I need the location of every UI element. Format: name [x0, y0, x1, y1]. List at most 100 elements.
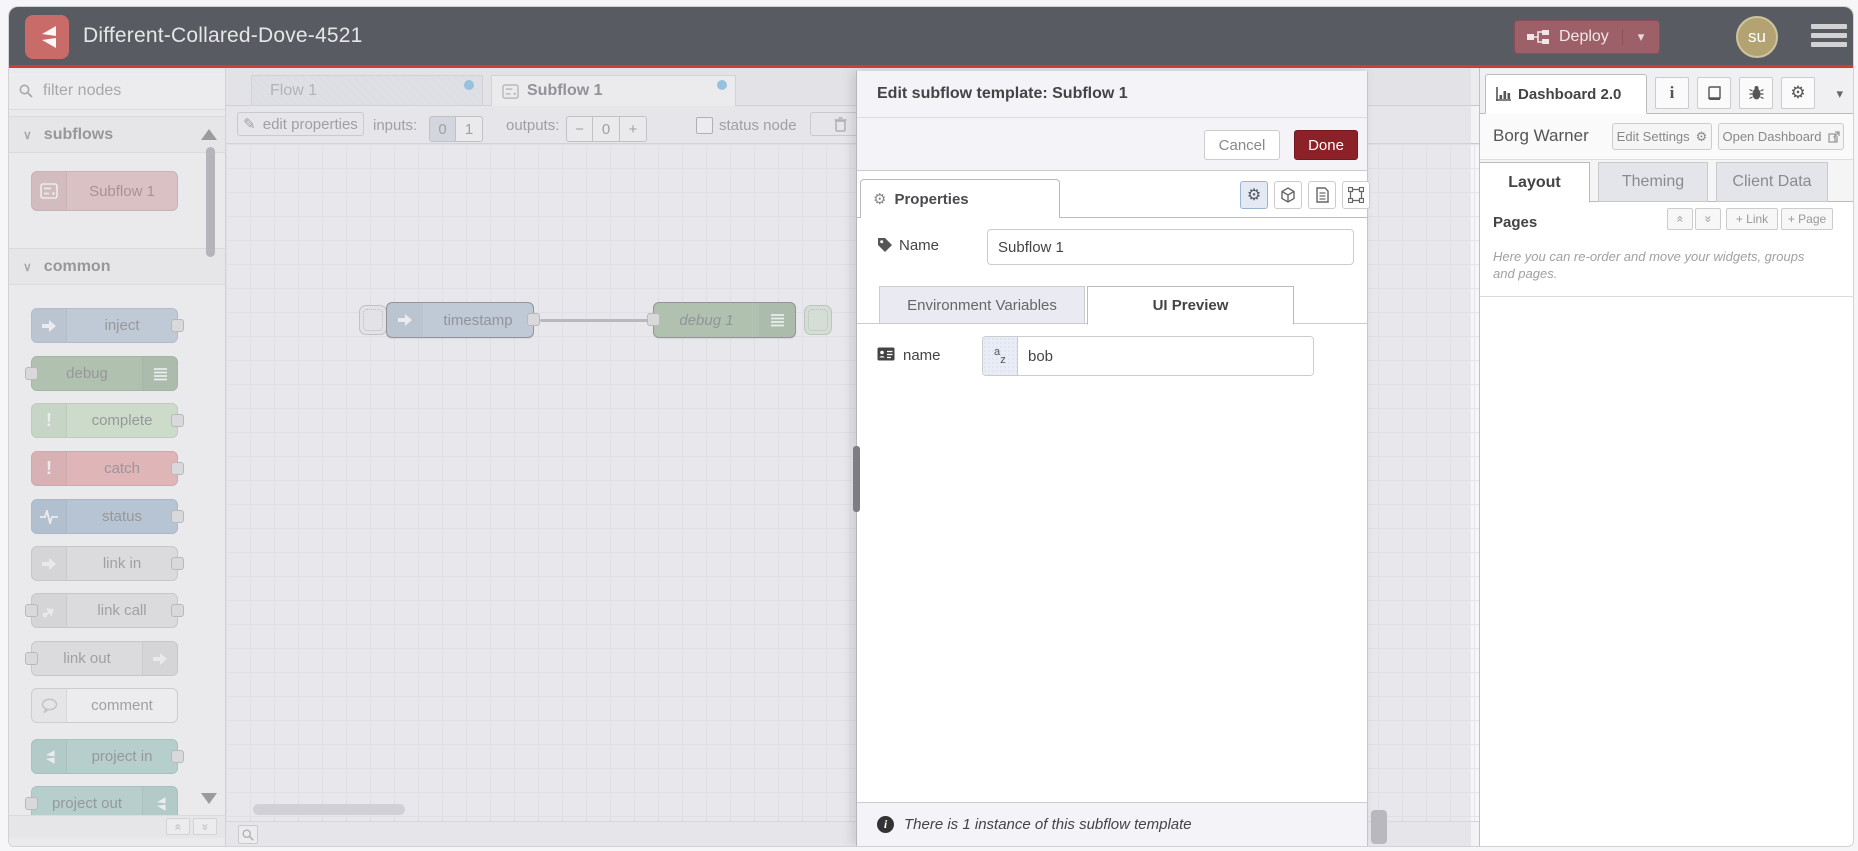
- node-port[interactable]: [171, 318, 184, 332]
- env-value-input[interactable]: [1018, 337, 1313, 375]
- edit-properties-button[interactable]: ✎ edit properties: [237, 112, 364, 136]
- tab-client-data[interactable]: Client Data: [1716, 162, 1828, 202]
- deploy-caret-icon[interactable]: ▾: [1622, 29, 1659, 45]
- subflow-input-stub[interactable]: [359, 305, 387, 335]
- palette-category-subflows[interactable]: ∨ subflows: [9, 116, 225, 153]
- palette-scroll-down[interactable]: [201, 793, 217, 804]
- name-row: Name: [857, 227, 1367, 267]
- palette-node-subflow-1[interactable]: Subflow 1: [31, 171, 178, 211]
- tab-environment-variables[interactable]: Environment Variables: [879, 286, 1085, 324]
- palette-node-complete[interactable]: ! complete: [31, 403, 184, 438]
- header: Different-Collared-Dove-4521 Deploy ▾ su: [9, 7, 1853, 68]
- pages-help-text: Here you can re-order and move your widg…: [1493, 249, 1805, 281]
- node-port[interactable]: [171, 749, 184, 763]
- node-port[interactable]: [171, 556, 184, 570]
- search-flows-button[interactable]: [238, 825, 258, 844]
- subflow-name-input[interactable]: [987, 229, 1354, 265]
- palette-node-status[interactable]: status: [31, 499, 184, 534]
- status-node-label: status node: [719, 117, 797, 134]
- sidebar-menu-caret[interactable]: ▾: [1836, 86, 1843, 102]
- palette-scroll-up[interactable]: [201, 129, 217, 140]
- debug-tab-button[interactable]: [1739, 77, 1773, 109]
- help-tab-button[interactable]: [1697, 77, 1731, 109]
- palette-node-link-out[interactable]: link out: [25, 641, 178, 676]
- config-tab-button[interactable]: ⚙: [1781, 77, 1815, 109]
- node-port[interactable]: [647, 313, 660, 326]
- appearance-view-button[interactable]: [1274, 181, 1302, 209]
- tab-properties[interactable]: ⚙ Properties: [860, 179, 1060, 218]
- tray-resize-handle[interactable]: [853, 446, 860, 512]
- move-up-button[interactable]: «: [1667, 208, 1693, 230]
- edit-settings-button[interactable]: Edit Settings ⚙: [1612, 123, 1712, 150]
- palette-node-catch[interactable]: ! catch: [31, 451, 184, 486]
- palette-node-comment[interactable]: comment: [31, 688, 178, 723]
- collapse-all-button[interactable]: «: [166, 818, 190, 835]
- move-down-button[interactable]: »: [1695, 208, 1721, 230]
- node-port[interactable]: [527, 313, 540, 326]
- node-port[interactable]: [171, 509, 184, 523]
- tag-icon: [877, 237, 893, 253]
- add-link-button[interactable]: + Link: [1726, 208, 1778, 230]
- palette-scrollbar-thumb[interactable]: [206, 147, 215, 257]
- link-arrow-icon: [142, 642, 177, 675]
- node-port[interactable]: [171, 461, 184, 475]
- tab-dashboard-2[interactable]: Dashboard 2.0: [1485, 74, 1647, 114]
- palette-filter[interactable]: [9, 73, 225, 110]
- node-port[interactable]: [171, 603, 184, 617]
- palette-category-common[interactable]: ∨ common: [9, 248, 225, 285]
- tab-ui-preview[interactable]: UI Preview: [1087, 286, 1294, 325]
- avatar[interactable]: su: [1736, 16, 1778, 58]
- dialog-form: Name Environment Variables UI Preview na…: [857, 218, 1367, 802]
- main-menu-button[interactable]: [1811, 24, 1847, 52]
- gear-icon: ⚙: [1246, 187, 1262, 204]
- string-type-selector[interactable]: az: [983, 337, 1018, 375]
- canvas-horizontal-scrollbar[interactable]: [253, 804, 405, 815]
- open-dashboard-button[interactable]: Open Dashboard: [1718, 123, 1844, 150]
- done-button[interactable]: Done: [1294, 130, 1358, 160]
- inputs-option-1[interactable]: 1: [456, 116, 483, 142]
- name-label: Name: [899, 237, 940, 254]
- dialog-header: Edit subflow template: Subflow 1: [857, 71, 1367, 118]
- workspace-scrollbar-thumb[interactable]: [1371, 810, 1387, 844]
- deploy-label: Deploy: [1559, 28, 1609, 45]
- chevron-down-icon: ∨: [23, 127, 32, 142]
- wire[interactable]: [540, 319, 655, 322]
- add-page-button[interactable]: + Page: [1781, 208, 1833, 230]
- tab-subflow-1[interactable]: Subflow 1: [491, 75, 736, 107]
- node-port[interactable]: [171, 413, 184, 427]
- pencil-icon: ✎: [243, 116, 256, 133]
- status-node-checkbox[interactable]: [696, 117, 713, 134]
- search-icon: [19, 84, 33, 98]
- tab-flow-1[interactable]: Flow 1: [251, 75, 483, 106]
- node-port[interactable]: [25, 651, 38, 665]
- inputs-option-0[interactable]: 0: [429, 116, 456, 142]
- subflow-output-stub[interactable]: [804, 305, 832, 335]
- palette-node-link-in[interactable]: link in: [31, 546, 184, 581]
- canvas-node-timestamp[interactable]: timestamp: [386, 302, 540, 338]
- filter-nodes-input[interactable]: [41, 81, 195, 101]
- app-logo-icon: [25, 15, 69, 59]
- node-port[interactable]: [25, 603, 38, 617]
- expand-all-button[interactable]: »: [193, 818, 217, 835]
- page-title: Different-Collared-Dove-4521: [83, 24, 363, 47]
- node-port[interactable]: [25, 366, 38, 380]
- tab-layout[interactable]: Layout: [1480, 162, 1590, 203]
- palette-node-link-call[interactable]: link call: [25, 593, 184, 628]
- info-tab-button[interactable]: i: [1655, 77, 1689, 109]
- outputs-minus-button[interactable]: −: [566, 116, 593, 142]
- description-view-button[interactable]: [1308, 181, 1336, 209]
- canvas-node-debug-1[interactable]: debug 1: [647, 302, 796, 338]
- cancel-button[interactable]: Cancel: [1204, 130, 1280, 160]
- outputs-plus-button[interactable]: +: [620, 116, 647, 142]
- palette-node-debug[interactable]: debug: [25, 356, 178, 391]
- env-field-row: name az: [857, 336, 1367, 378]
- properties-view-button[interactable]: ⚙: [1240, 181, 1268, 209]
- palette-node-project-in[interactable]: project in: [31, 739, 184, 774]
- dialog-title: Edit subflow template: Subflow 1: [877, 85, 1128, 102]
- tab-theming[interactable]: Theming: [1598, 162, 1708, 202]
- subflow-icon: [32, 172, 67, 210]
- node-port[interactable]: [25, 796, 38, 810]
- deploy-button[interactable]: Deploy ▾: [1514, 20, 1660, 54]
- palette-node-inject[interactable]: inject: [31, 308, 184, 343]
- module-properties-button[interactable]: [1342, 181, 1370, 209]
